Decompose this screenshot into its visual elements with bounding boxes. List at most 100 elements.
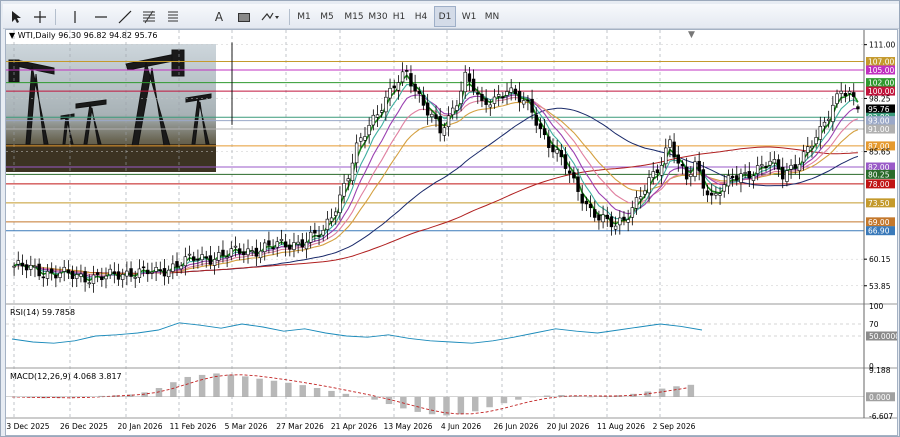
macd-bar	[299, 385, 306, 397]
date-label: 11 Feb 2026	[170, 422, 217, 431]
horizontal-line-icon[interactable]	[91, 6, 111, 27]
candle-body	[258, 250, 263, 259]
candle-body	[655, 169, 660, 174]
candle-body	[455, 105, 459, 111]
candle-body	[826, 118, 831, 121]
candle-body	[676, 154, 680, 164]
candle-body	[693, 161, 697, 177]
macd-bar	[213, 373, 220, 397]
candle-body	[764, 165, 768, 169]
candle-body	[755, 165, 760, 174]
price-label: 53.85	[869, 282, 891, 291]
scroll-marker-icon[interactable]: ▼	[688, 30, 695, 40]
vertical-line-icon[interactable]	[65, 6, 85, 27]
candle-body	[212, 259, 217, 266]
candle-body	[651, 171, 655, 178]
candle-body	[480, 94, 484, 101]
candle-body	[789, 164, 793, 170]
candle-body	[680, 164, 685, 167]
candle-body	[572, 172, 576, 179]
candle-body	[597, 214, 601, 221]
candle-body	[275, 241, 279, 248]
candle-body	[37, 263, 41, 277]
candle-body	[814, 137, 818, 145]
candle-body	[710, 192, 714, 196]
candle-body	[154, 267, 158, 272]
price-label: 111.00	[869, 41, 895, 50]
candle-body	[689, 174, 693, 177]
candle-body	[747, 171, 752, 179]
candle-body	[822, 121, 827, 127]
candle-body	[684, 166, 689, 180]
text-icon[interactable]	[163, 6, 183, 27]
candle-body	[739, 173, 743, 183]
rectangle-icon[interactable]	[234, 6, 254, 27]
candle-body	[141, 266, 146, 269]
candle-body	[166, 269, 171, 278]
candle-body	[367, 124, 371, 136]
chart-window[interactable]: ▼ WTI,Daily 96.30 96.82 94.82 95.76 3 De…	[5, 29, 898, 436]
toolbar-separator	[55, 9, 56, 25]
timeframe-mn[interactable]: MN	[480, 6, 504, 27]
candle-body	[192, 256, 196, 261]
candle-body	[417, 90, 421, 94]
macd-bar	[400, 396, 407, 409]
candle-body	[618, 217, 622, 226]
timeframe-h1[interactable]: H1	[388, 6, 410, 27]
timeframe-h4[interactable]: H4	[410, 6, 432, 27]
candle-body	[772, 159, 777, 164]
macd-bar	[472, 396, 479, 412]
candle-body	[196, 258, 200, 261]
candle-body	[626, 219, 630, 223]
candle-body	[818, 126, 823, 140]
timeframe-m1[interactable]: M1	[293, 6, 315, 27]
candle-body	[384, 96, 388, 113]
candle-body	[104, 275, 108, 280]
text-label-tool[interactable]: A	[209, 6, 229, 27]
candle-body	[229, 248, 234, 257]
candle-body	[526, 99, 530, 102]
candle-body	[425, 102, 430, 116]
candle-body	[16, 260, 20, 265]
candle-body	[522, 100, 526, 105]
candle-body	[183, 256, 188, 267]
timeframe-w1[interactable]: W1	[458, 6, 480, 27]
fibonacci-icon[interactable]	[139, 6, 159, 27]
candle-body	[329, 217, 334, 222]
candle-body	[538, 123, 543, 130]
candle-body	[647, 177, 651, 194]
candle-body	[283, 241, 288, 248]
candle-body	[41, 276, 46, 279]
price-pane	[6, 42, 864, 293]
timeframe-d1[interactable]: D1	[434, 6, 456, 27]
toolbar: A M1 M5 M15 M30 H1 H4 D1 W1 MN	[3, 4, 899, 29]
candle-body	[622, 216, 626, 221]
candle-body	[100, 276, 104, 281]
crosshair-icon[interactable]	[30, 6, 50, 27]
candle-body	[588, 203, 593, 209]
candle-body	[292, 242, 296, 250]
ema-line	[14, 101, 859, 275]
candle-body	[208, 255, 213, 265]
shapes-dropdown-icon[interactable]	[259, 6, 283, 27]
candle-body	[263, 242, 267, 252]
candle-body	[58, 272, 62, 278]
candle-body	[806, 146, 810, 153]
timeframe-m5[interactable]: M5	[316, 6, 338, 27]
candle-body	[75, 274, 79, 279]
candle-body	[555, 149, 559, 154]
price-label: 85.65	[869, 148, 891, 157]
candle-body	[776, 159, 781, 170]
candle-body	[33, 266, 37, 268]
macd-bar	[486, 396, 493, 408]
trendline-icon[interactable]	[115, 6, 135, 27]
cursor-icon[interactable]	[6, 6, 26, 27]
candle-body	[530, 98, 534, 113]
candle-body	[120, 274, 125, 280]
candle-body	[659, 165, 664, 176]
candle-body	[133, 277, 137, 279]
candle-body	[751, 175, 756, 181]
candle-body	[304, 241, 309, 250]
candle-body	[847, 90, 852, 94]
macd-pane	[6, 373, 864, 416]
